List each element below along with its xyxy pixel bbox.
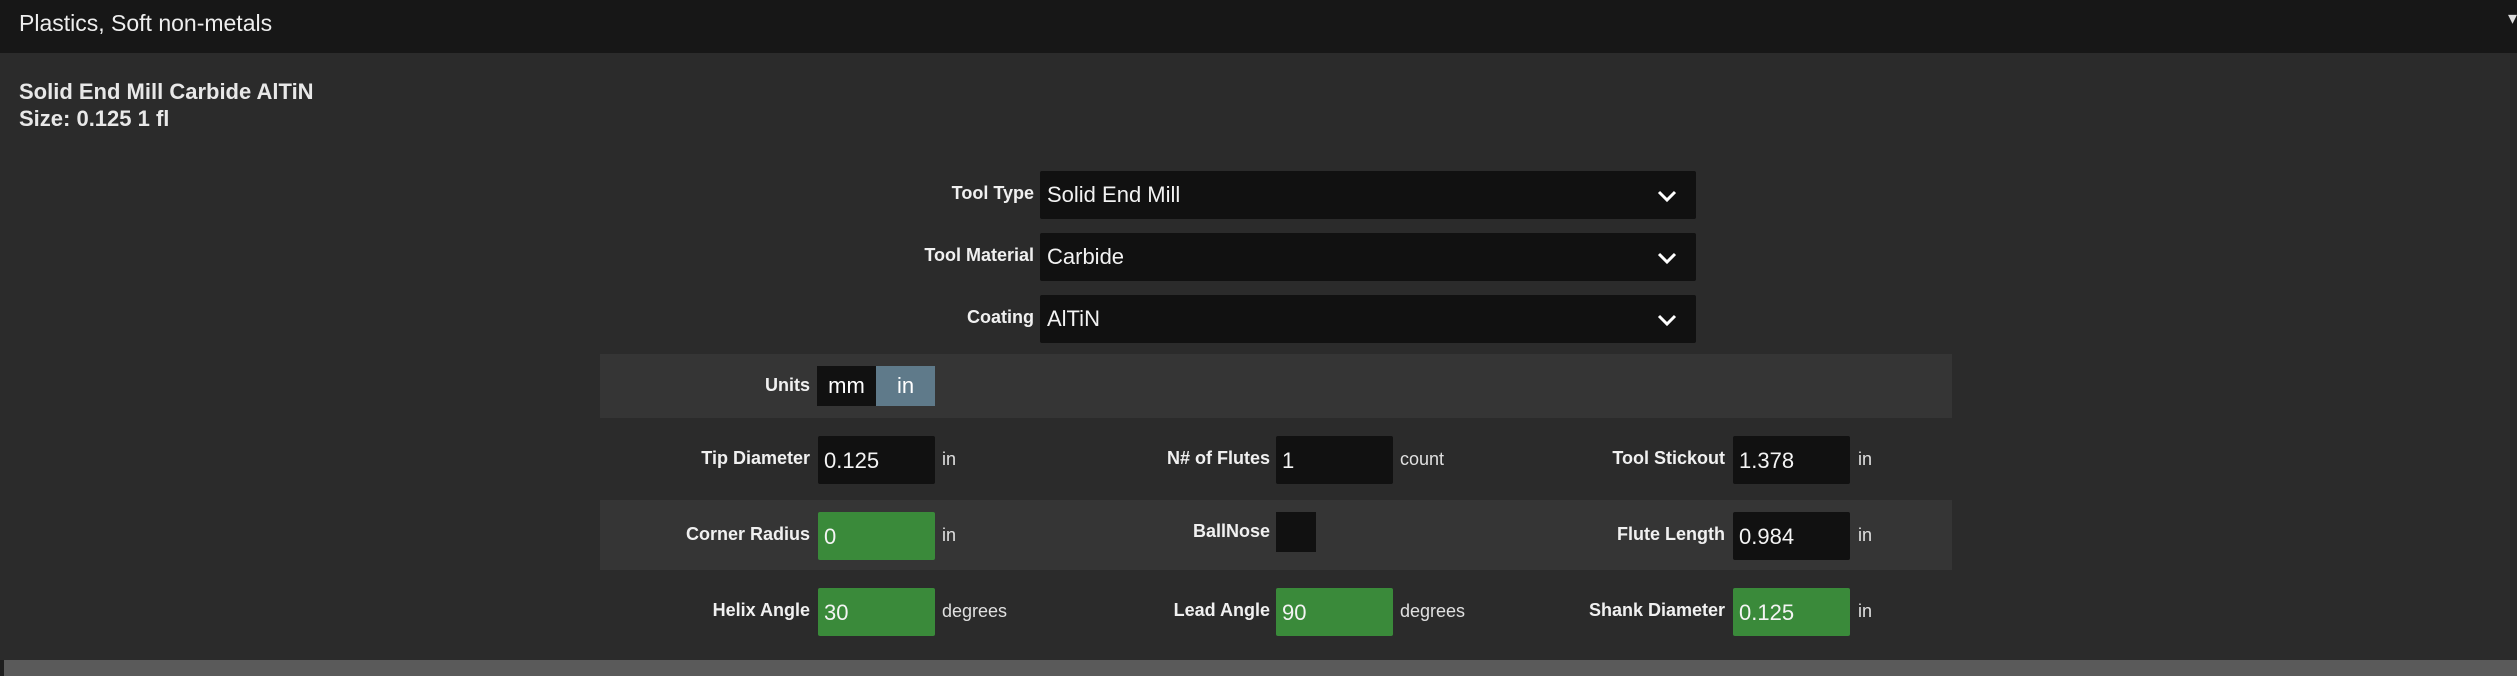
flutes-value: 1 [1282,448,1295,473]
tool-type-select[interactable]: Solid End Mill [1040,171,1696,219]
helix-angle-value: 30 [824,600,849,625]
tool-material-select[interactable]: Carbide [1040,233,1696,281]
shank-diameter-unit: in [1858,601,1873,621]
lead-angle-input[interactable]: 90 [1276,588,1393,636]
ballnose-label: BallNose [1192,521,1270,541]
tool-summary: Solid End Mill Carbide AlTiN Size: 0.125… [19,78,314,132]
collapse-caret-icon[interactable]: ▾ [2508,8,2517,29]
tip-diameter-input[interactable]: 0.125 [818,436,935,484]
flutes-input[interactable]: 1 [1276,436,1393,484]
tip-diameter-unit: in [942,449,957,469]
corner-radius-value: 0 [824,524,837,549]
units-mm-button[interactable]: mm [817,366,876,406]
scrollbar-edge [0,660,4,676]
chevron-down-icon [1657,190,1677,203]
helix-angle-input[interactable]: 30 [818,588,935,636]
corner-radius-unit: in [942,525,957,545]
tool-stickout-input[interactable]: 1.378 [1733,436,1850,484]
tool-type-value: Solid End Mill [1047,182,1181,207]
lead-angle-label: Lead Angle [1173,600,1270,620]
tip-diameter-label: Tip Diameter [701,448,810,468]
units-in-button[interactable]: in [876,366,935,406]
shank-diameter-value: 0.125 [1739,600,1795,625]
tool-stickout-value: 1.378 [1739,448,1795,473]
helix-angle-unit: degrees [942,601,1008,621]
tool-name: Solid End Mill Carbide AlTiN [19,79,314,104]
tool-material-label: Tool Material [924,245,1034,265]
coating-select[interactable]: AlTiN [1040,295,1696,343]
tool-stickout-unit: in [1858,449,1873,469]
tool-material-value: Carbide [1047,244,1125,269]
material-header[interactable]: Plastics, Soft non-metals ▾ [0,0,2517,53]
lead-angle-unit: degrees [1400,601,1466,621]
tool-type-label: Tool Type [951,183,1034,203]
coating-value: AlTiN [1047,306,1100,331]
tool-size: Size: 0.125 1 fl [19,106,170,131]
flute-length-input[interactable]: 0.984 [1733,512,1850,560]
material-title: Plastics, Soft non-metals [19,10,273,36]
flute-length-label: Flute Length [1617,524,1725,544]
shank-diameter-label: Shank Diameter [1588,600,1725,620]
corner-radius-label: Corner Radius [685,524,810,544]
shank-diameter-input[interactable]: 0.125 [1733,588,1850,636]
flute-length-value: 0.984 [1739,524,1795,549]
flute-length-unit: in [1858,525,1873,545]
horizontal-scrollbar[interactable] [0,660,2517,676]
corner-radius-input[interactable]: 0 [818,512,935,560]
tip-diameter-value: 0.125 [824,448,880,473]
flutes-label: N# of Flutes [1166,448,1270,468]
ballnose-checkbox[interactable] [1276,512,1316,552]
lead-angle-value: 90 [1282,600,1307,625]
coating-label: Coating [967,307,1034,327]
chevron-down-icon [1657,314,1677,327]
helix-angle-label: Helix Angle [712,600,810,620]
units-label: Units [765,375,810,395]
flutes-unit: count [1400,449,1445,469]
tool-stickout-label: Tool Stickout [1612,448,1725,468]
chevron-down-icon [1657,252,1677,265]
